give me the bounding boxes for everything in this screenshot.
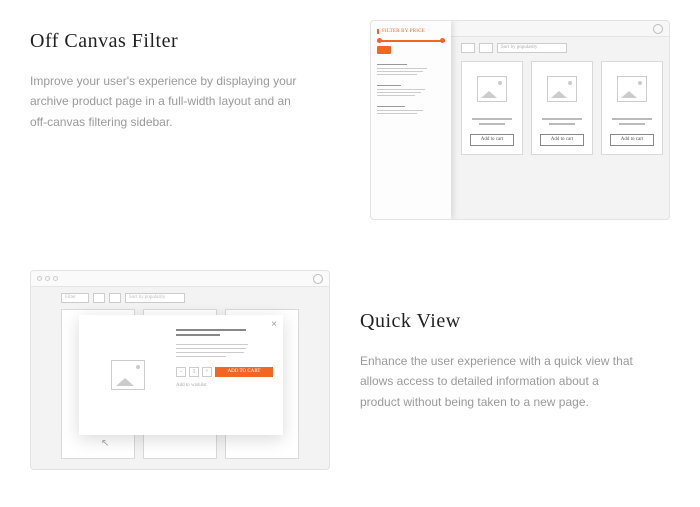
- product-card: Add to cart: [461, 61, 523, 155]
- product-title-line: [176, 329, 246, 331]
- feature-off-canvas: Off Canvas Filter Improve your user's ex…: [30, 20, 670, 220]
- feature-quick-view: Filter Sort by popularity ×: [30, 270, 670, 470]
- grid-view-icon: [93, 293, 105, 303]
- feature2-desc: Enhance the user experience with a quick…: [360, 351, 640, 412]
- filter-group: [377, 85, 445, 96]
- add-to-cart-button: Add to cart: [470, 134, 514, 146]
- mockup-off-canvas: Sort by popularity Add to cart Add to ca…: [370, 20, 670, 220]
- text-line: [542, 118, 582, 120]
- text-line: [176, 356, 226, 357]
- add-to-cart-button: ADD TO CART: [215, 367, 273, 377]
- hamburger-icon: [313, 274, 323, 284]
- feature2-text: Quick View Enhance the user experience w…: [360, 270, 670, 412]
- quick-view-modal: × - 1 +: [79, 315, 283, 435]
- feature1-mock: Sort by popularity Add to cart Add to ca…: [370, 20, 670, 220]
- hamburger-icon: [653, 24, 663, 34]
- filter-title: FILTER BY PRICE: [377, 29, 445, 34]
- text-line: [176, 348, 246, 349]
- filter-button: Filter: [61, 293, 89, 303]
- traffic-lights-icon: [37, 276, 58, 281]
- product-card: Add to cart: [601, 61, 663, 155]
- feature1-title: Off Canvas Filter: [30, 30, 340, 53]
- list-view-icon: [479, 43, 493, 53]
- feature1-text: Off Canvas Filter Improve your user's ex…: [30, 20, 340, 132]
- browser-topbar: [31, 271, 329, 287]
- product-grid: Add to cart Add to cart Add to cart: [461, 61, 663, 155]
- feature2-mock: Filter Sort by popularity ×: [30, 270, 330, 470]
- feature1-desc: Improve your user's experience by displa…: [30, 71, 310, 132]
- quantity-controls: - 1 + ADD TO CART: [176, 367, 273, 377]
- sort-dropdown: Sort by popularity: [497, 43, 567, 53]
- price-slider: [377, 40, 445, 42]
- image-placeholder-icon: [617, 76, 647, 102]
- off-canvas-sidebar: FILTER BY PRICE: [371, 21, 451, 219]
- text-line: [176, 352, 244, 353]
- modal-image-col: [79, 315, 176, 435]
- list-view-icon: [109, 293, 121, 303]
- add-to-cart-button: Add to cart: [610, 134, 654, 146]
- text-line: [549, 123, 575, 125]
- product-card: Add to cart: [531, 61, 593, 155]
- image-placeholder-icon: [111, 360, 145, 390]
- text-line: [612, 118, 652, 120]
- image-placeholder-icon: [547, 76, 577, 102]
- qty-value: 1: [189, 367, 199, 377]
- filter-group: [377, 106, 445, 114]
- text-line: [479, 123, 505, 125]
- text-line: [176, 344, 248, 345]
- add-to-cart-button: Add to cart: [540, 134, 584, 146]
- mock-toolbar: Sort by popularity: [461, 43, 663, 53]
- text-line: [472, 118, 512, 120]
- mock-content: Sort by popularity Add to cart Add to ca…: [461, 43, 663, 155]
- mock-toolbar: Filter Sort by popularity: [61, 293, 185, 303]
- product-title-line: [176, 334, 220, 336]
- mockup-quick-view: Filter Sort by popularity ×: [30, 270, 330, 470]
- wishlist-link: Add to wishlist: [176, 383, 273, 388]
- image-placeholder-icon: [477, 76, 507, 102]
- cursor-icon: ↖: [101, 438, 109, 449]
- modal-info-col: - 1 + ADD TO CART Add to wishlist: [176, 315, 283, 435]
- qty-minus: -: [176, 367, 186, 377]
- filter-group: [377, 64, 445, 75]
- modal-content: - 1 + ADD TO CART Add to wishlist: [79, 315, 283, 435]
- feature2-title: Quick View: [360, 310, 670, 333]
- text-line: [619, 123, 645, 125]
- filter-button: [377, 46, 391, 54]
- grid-view-icon: [461, 43, 475, 53]
- sort-dropdown: Sort by popularity: [125, 293, 185, 303]
- qty-plus: +: [202, 367, 212, 377]
- close-icon: ×: [271, 319, 277, 330]
